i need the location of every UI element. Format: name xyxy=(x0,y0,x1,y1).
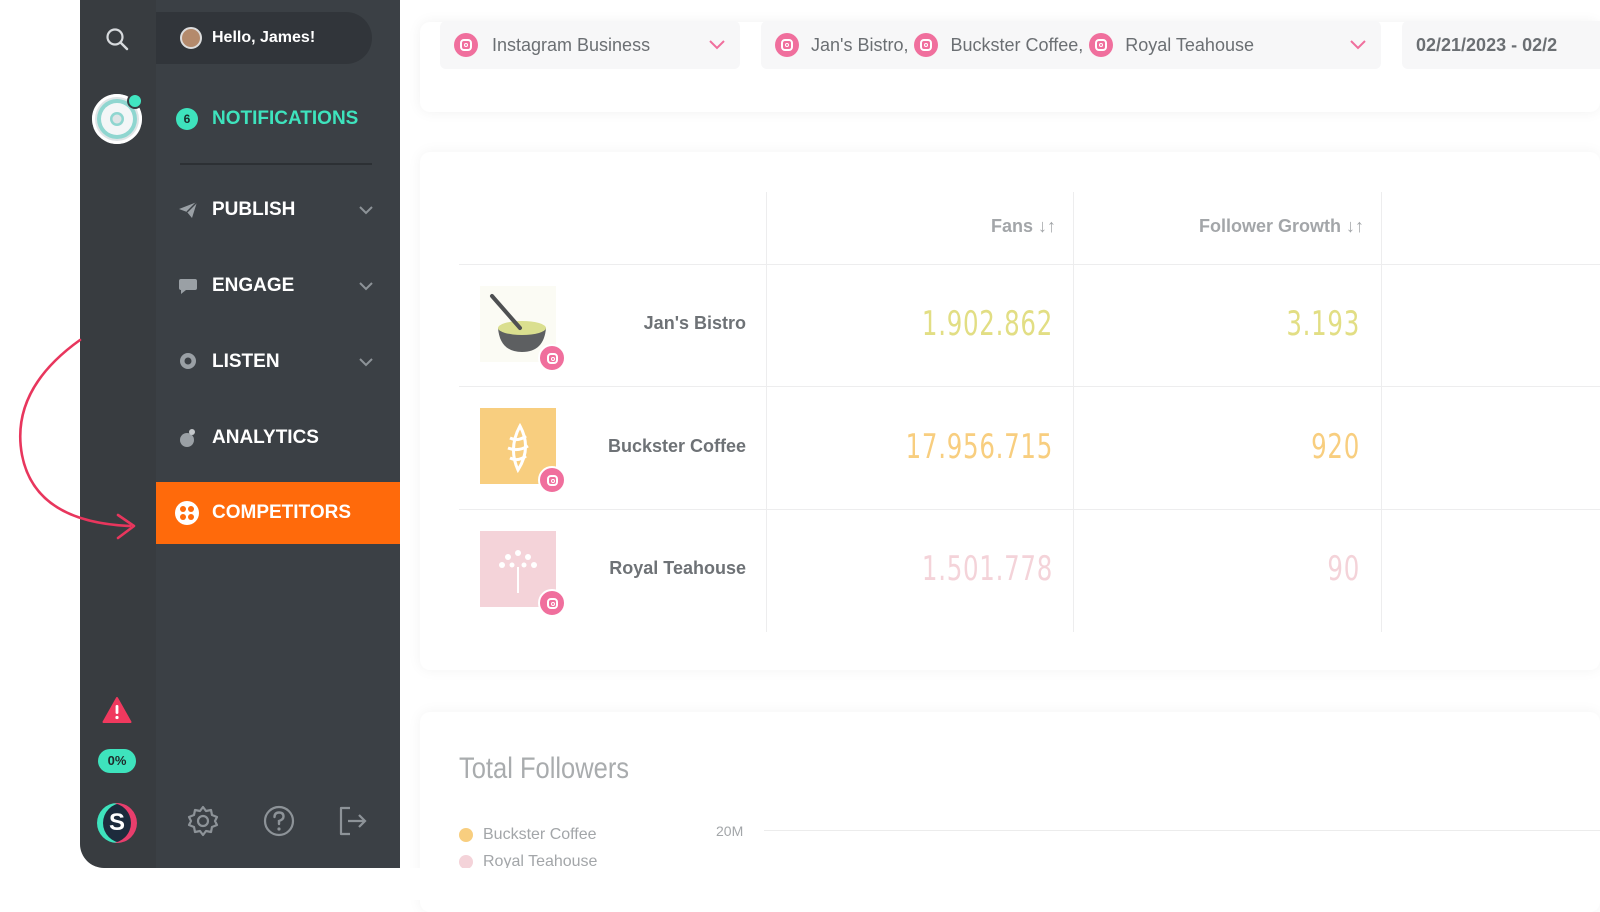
instagram-icon xyxy=(538,344,566,372)
nav-item-listen[interactable]: LISTEN xyxy=(156,332,400,392)
search-icon[interactable] xyxy=(104,26,130,52)
profile-avatar-royal-teahouse xyxy=(480,531,566,617)
chart-title: Total Followers xyxy=(459,752,630,785)
network-select-value: Instagram Business xyxy=(492,34,651,55)
column-divider xyxy=(1381,192,1382,632)
row-name: Buckster Coffee xyxy=(607,436,746,456)
growth-value: 920 xyxy=(1311,427,1360,467)
nav-item-label: ENGAGE xyxy=(212,275,295,296)
instagram-icon xyxy=(775,33,799,57)
competitors-icon xyxy=(175,501,199,525)
brand-logo[interactable]: S xyxy=(97,803,137,843)
nav-item-publish[interactable]: PUBLISH xyxy=(156,180,400,240)
instagram-icon xyxy=(538,466,566,494)
legend-swatch xyxy=(459,855,473,869)
date-range-value: 02/21/2023 - 02/2 xyxy=(1416,34,1558,55)
profile-avatar-buckster-coffee xyxy=(480,408,566,494)
profile-chip: Jan's Bistro, xyxy=(811,34,909,55)
instagram-icon xyxy=(1089,33,1114,57)
profiles-select[interactable]: Jan's Bistro, Buckster Coffee, Royal Tea… xyxy=(761,21,1381,69)
chevron-down-icon xyxy=(359,206,373,215)
progress-badge[interactable]: 0% xyxy=(98,749,136,773)
column-header-fans[interactable]: Fans ↓↑ xyxy=(900,216,1056,237)
gear-icon[interactable] xyxy=(186,804,220,838)
growth-value: 90 xyxy=(1327,549,1360,589)
notification-count-badge: 6 xyxy=(176,108,198,130)
logout-icon[interactable] xyxy=(336,804,370,838)
nav-item-competitors[interactable]: COMPETITORS xyxy=(156,482,400,544)
date-range-picker[interactable]: 02/21/2023 - 02/2 xyxy=(1402,21,1600,69)
greeting-text: Hello, James! xyxy=(212,29,316,46)
profile-chip: Buckster Coffee, xyxy=(950,34,1084,55)
row-divider xyxy=(459,264,1600,265)
column-divider xyxy=(1073,192,1074,632)
help-icon[interactable] xyxy=(262,804,296,838)
nav-item-label: COMPETITORS xyxy=(212,502,351,523)
pie-chart-icon xyxy=(180,429,195,447)
profile-avatar-jans-bistro xyxy=(480,286,566,372)
status-dot xyxy=(127,93,143,109)
nav-bottom-actions xyxy=(156,800,400,844)
workspace-logo[interactable] xyxy=(92,93,143,144)
nav-notifications[interactable]: 6 NOTIFICATIONS xyxy=(176,108,358,130)
instagram-icon xyxy=(454,33,478,57)
page-bottom-edge xyxy=(0,868,1600,900)
instagram-icon xyxy=(538,589,566,617)
row-divider xyxy=(459,386,1600,387)
network-select[interactable]: Instagram Business xyxy=(440,21,740,69)
nav-divider xyxy=(180,163,372,165)
legend-label: Buckster Coffee xyxy=(483,826,597,843)
instagram-icon xyxy=(914,33,939,57)
nav-item-label: PUBLISH xyxy=(212,199,296,220)
column-header-follower-growth[interactable]: Follower Growth ↓↑ xyxy=(1140,216,1364,237)
nav-notifications-label: NOTIFICATIONS xyxy=(212,108,359,129)
chat-bubble-icon xyxy=(179,279,197,294)
warning-icon[interactable] xyxy=(102,696,132,724)
y-axis-tick: 20M xyxy=(716,823,744,839)
chevron-down-icon xyxy=(709,40,725,50)
paper-plane-icon xyxy=(179,201,198,218)
row-divider xyxy=(459,509,1600,510)
growth-value: 3.193 xyxy=(1286,304,1360,344)
row-name: Jan's Bistro xyxy=(643,313,746,333)
chevron-down-icon xyxy=(359,282,373,291)
fans-value: 1.902.862 xyxy=(921,304,1053,344)
legend-swatch xyxy=(459,828,473,842)
nav-item-label: LISTEN xyxy=(212,351,280,372)
fans-value: 1.501.778 xyxy=(921,549,1053,589)
fans-value: 17.956.715 xyxy=(905,427,1053,467)
profile-chip: Royal Teahouse xyxy=(1125,34,1254,55)
legend-item[interactable]: Buckster Coffee xyxy=(459,826,597,844)
column-divider xyxy=(766,192,767,632)
gridline xyxy=(764,830,1600,831)
nav-item-label: ANALYTICS xyxy=(212,427,319,448)
chevron-down-icon xyxy=(359,358,373,367)
user-greeting[interactable]: Hello, James! xyxy=(156,12,372,64)
ear-icon xyxy=(180,353,196,369)
annotation-arrow xyxy=(18,338,136,540)
avatar xyxy=(180,27,202,49)
nav-item-analytics[interactable]: ANALYTICS xyxy=(156,408,400,468)
chevron-down-icon xyxy=(1350,40,1366,50)
row-name: Royal Teahouse xyxy=(609,558,746,578)
nav-item-engage[interactable]: ENGAGE xyxy=(156,256,400,316)
